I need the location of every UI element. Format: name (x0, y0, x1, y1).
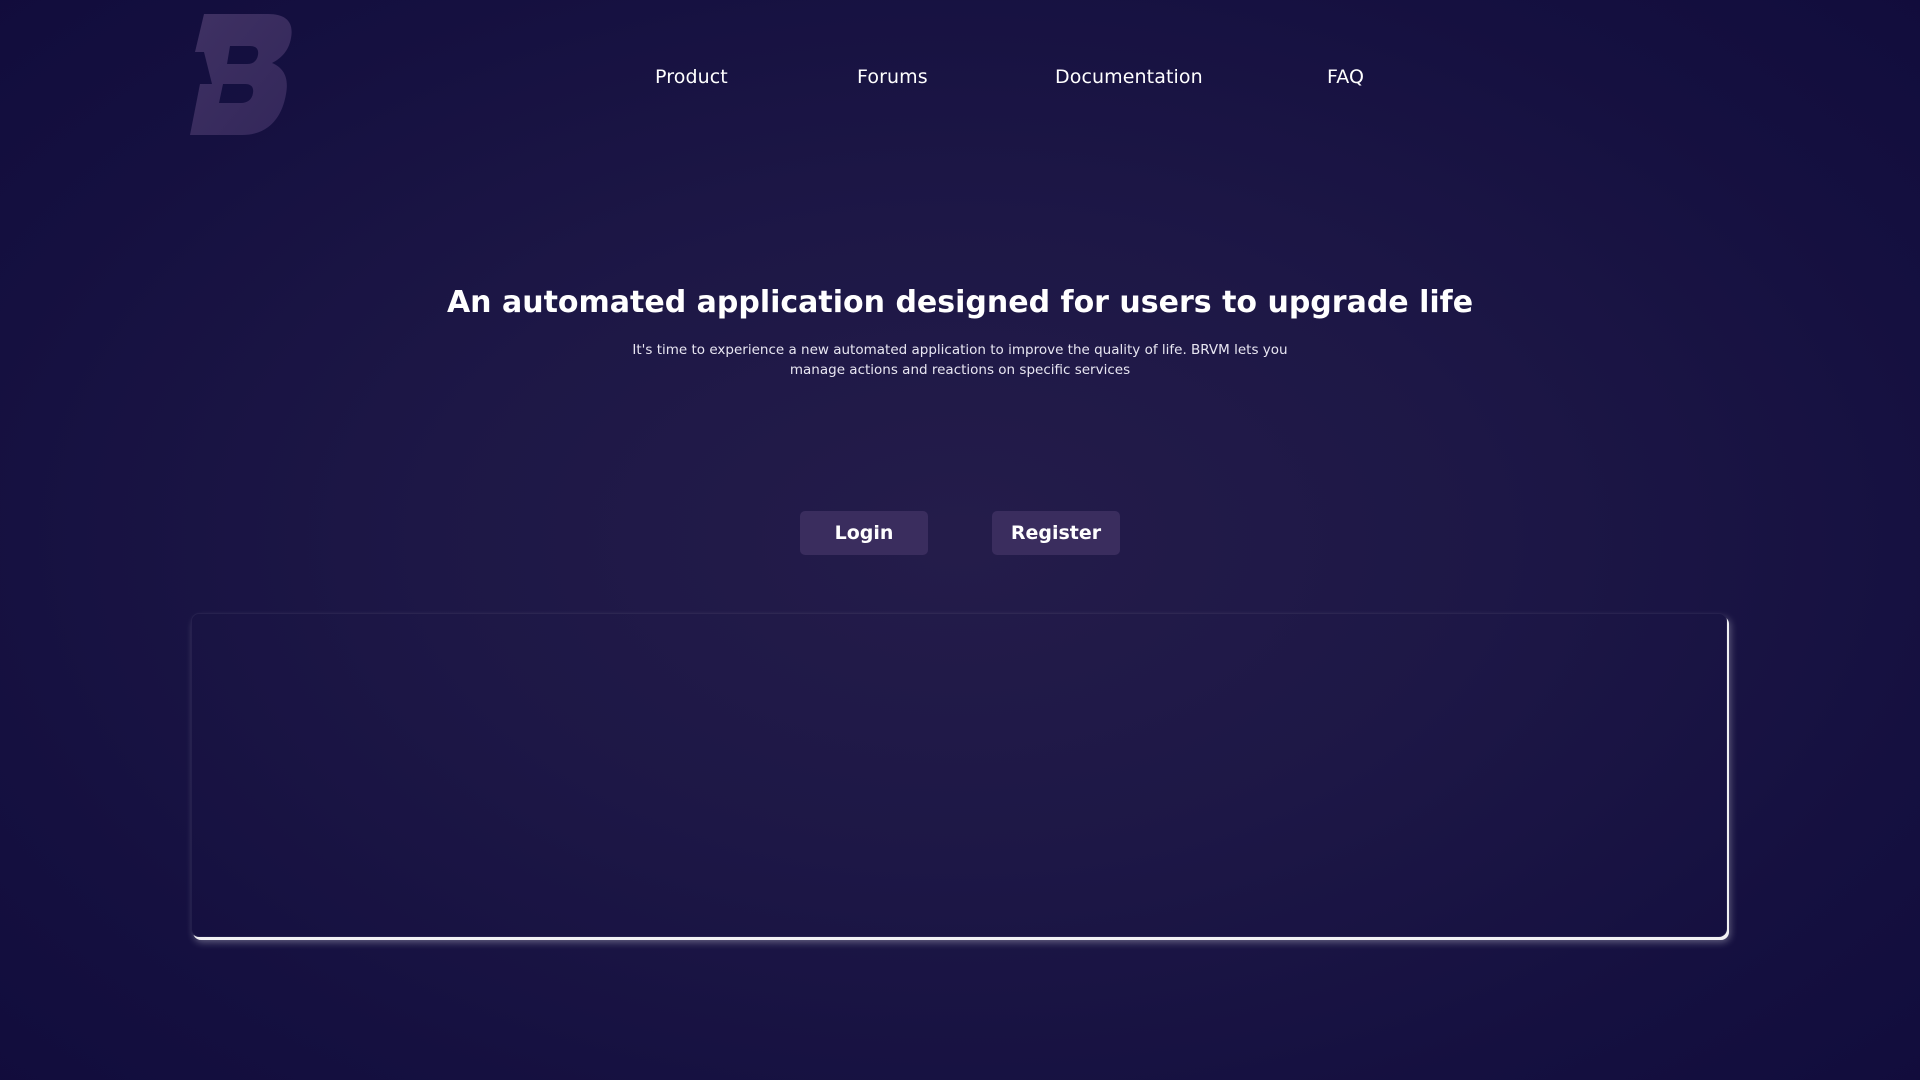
nav-item-forums[interactable]: Forums (857, 62, 928, 92)
hero-title: An automated application designed for us… (446, 285, 1474, 320)
nav-item-documentation[interactable]: Documentation (1055, 62, 1203, 92)
login-button[interactable]: Login (800, 511, 928, 555)
main-nav: Product Forums Documentation FAQ (0, 62, 1920, 92)
nav-item-faq[interactable]: FAQ (1327, 62, 1364, 92)
nav-item-product[interactable]: Product (655, 62, 728, 92)
register-button[interactable]: Register (992, 511, 1120, 555)
hero-section: An automated application designed for us… (0, 280, 1920, 380)
site-header: Product Forums Documentation FAQ (0, 0, 1920, 150)
content-panel (191, 613, 1727, 937)
hero-subtitle: It's time to experience a new automated … (632, 342, 1288, 378)
